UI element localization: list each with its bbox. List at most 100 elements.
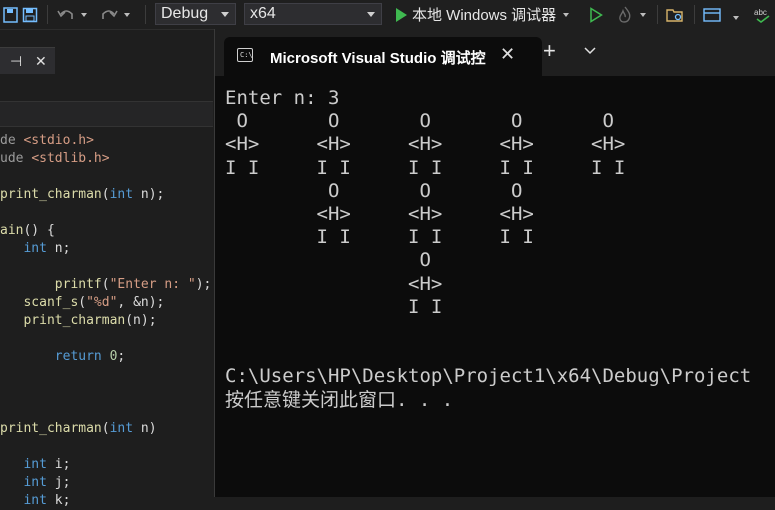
toolbar-separator [47, 5, 48, 24]
svg-text:abc: abc [754, 8, 767, 17]
configuration-value: Debug [161, 5, 209, 22]
console-icon: C:\ [237, 48, 253, 62]
terminal-tab-title: Microsoft Visual Studio 调试控 [270, 50, 486, 67]
terminal-line: I I I I I I [225, 226, 534, 249]
code-token: ude [0, 151, 32, 166]
run-target-label: 本地 Windows 调试器 [412, 7, 557, 24]
code-token: int [109, 421, 134, 436]
toolbar-separator [694, 5, 695, 24]
window-layout-button[interactable] [701, 0, 723, 29]
code-line[interactable]: de <stdio.h> [0, 132, 94, 150]
terminal-line: O O O [225, 179, 523, 202]
code-line[interactable]: print_charman(int n) [0, 420, 157, 438]
close-icon[interactable]: ✕ [500, 44, 515, 65]
code-token: ( [78, 295, 87, 310]
code-token: int [23, 475, 47, 490]
code-token: ( [101, 421, 110, 436]
debug-console-window: C:\ Microsoft Visual Studio 调试控 ✕ + Ente… [214, 29, 775, 497]
code-line[interactable]: ude <stdlib.h> [0, 150, 110, 168]
terminal-line: <H> <H> <H> [225, 203, 534, 225]
code-token: , &n); [117, 295, 165, 310]
terminal-titlebar: C:\ Microsoft Visual Studio 调试控 ✕ + [215, 29, 775, 76]
code-line[interactable]: int n; [0, 240, 70, 258]
terminal-line: Enter n: 3 [225, 87, 340, 109]
spell-check-button[interactable]: abc [753, 0, 775, 29]
code-token: <stdlib.h> [31, 151, 110, 166]
code-line[interactable]: print_charman(int n); [0, 186, 164, 204]
code-token: () { [23, 223, 55, 238]
undo-dropdown-icon[interactable] [81, 12, 87, 17]
terminal-line: O [225, 249, 431, 272]
code-token: ( [101, 277, 110, 292]
code-line[interactable]: int k; [0, 492, 70, 510]
configuration-select[interactable]: Debug [155, 3, 236, 25]
editor-tab-controls: ⊣ ✕ [0, 47, 55, 74]
toolbar-separator [657, 5, 658, 24]
code-token: int [23, 241, 47, 256]
code-token: n; [46, 241, 71, 256]
file-explorer-icon [664, 4, 686, 26]
save-button[interactable] [19, 0, 41, 29]
start-without-debugging-button[interactable] [585, 0, 607, 29]
platform-select[interactable]: x64 [244, 3, 382, 25]
main-toolbar: Debug x64 本地 Windows 调试器 abc [0, 0, 775, 30]
code-token: print_charman [23, 313, 126, 328]
code-line[interactable]: return 0; [0, 348, 125, 366]
code-token: printf [54, 277, 102, 292]
code-token: <stdio.h> [23, 133, 94, 148]
code-token: n) [133, 421, 157, 436]
code-token: de [0, 133, 24, 148]
code-token: j; [46, 475, 71, 490]
code-line[interactable]: scanf_s("%d", &n); [0, 294, 164, 312]
terminal-line: <H> <H> <H> <H> <H> [225, 133, 626, 156]
terminal-line: O O O O O [225, 110, 614, 133]
layout-dropdown-icon[interactable] [733, 16, 739, 20]
undo-button[interactable] [55, 0, 87, 29]
code-token: i; [46, 457, 71, 472]
code-line[interactable]: ain() { [0, 222, 55, 240]
chevron-down-icon[interactable] [584, 43, 596, 61]
code-token: int [23, 493, 47, 508]
code-token: "Enter n: " [109, 277, 196, 292]
pin-tab-icon[interactable]: ⊣ [10, 53, 22, 70]
navigation-bar[interactable] [0, 101, 213, 127]
code-token: ( [101, 187, 110, 202]
code-line[interactable]: print_charman(n); [0, 312, 157, 330]
code-token: (n); [125, 313, 157, 328]
code-token: return [54, 349, 102, 364]
play-icon [390, 4, 412, 26]
code-line[interactable]: printf("Enter n: "); [0, 276, 212, 294]
start-debugging-button[interactable]: 本地 Windows 调试器 [390, 0, 570, 29]
hot-reload-button[interactable] [614, 0, 646, 29]
hot-reload-dropdown-icon[interactable] [640, 12, 646, 17]
code-token: ); [195, 277, 212, 292]
toolbar-separator [145, 5, 146, 24]
spelling-icon: abc [753, 4, 775, 26]
run-dropdown-icon[interactable] [563, 12, 570, 17]
close-tab-icon[interactable]: ✕ [35, 53, 47, 70]
code-token: int [23, 457, 47, 472]
undo-icon [55, 4, 77, 26]
terminal-tab[interactable]: C:\ Microsoft Visual Studio 调试控 ✕ [224, 37, 542, 76]
code-line[interactable]: int j; [0, 474, 70, 492]
solution-explorer-button[interactable] [664, 0, 686, 29]
code-editor-pane: ⊣ ✕ de <stdio.h> ude <stdlib.h> print_char… [0, 30, 213, 508]
terminal-line: <H> [225, 272, 443, 295]
window-layout-icon [701, 4, 723, 26]
code-token: int [109, 187, 134, 202]
terminal-line: C:\Users\HP\Desktop\Project1\x64\Debug\P… [225, 365, 752, 388]
terminal-line: 按任意键关闭此窗口. . . [225, 388, 454, 411]
redo-button[interactable] [98, 0, 130, 29]
redo-dropdown-icon[interactable] [124, 12, 130, 17]
new-tab-button[interactable]: + [543, 40, 556, 62]
code-line[interactable]: int i; [0, 456, 70, 474]
code-token: "%d" [86, 295, 118, 310]
save-icon [19, 4, 41, 26]
